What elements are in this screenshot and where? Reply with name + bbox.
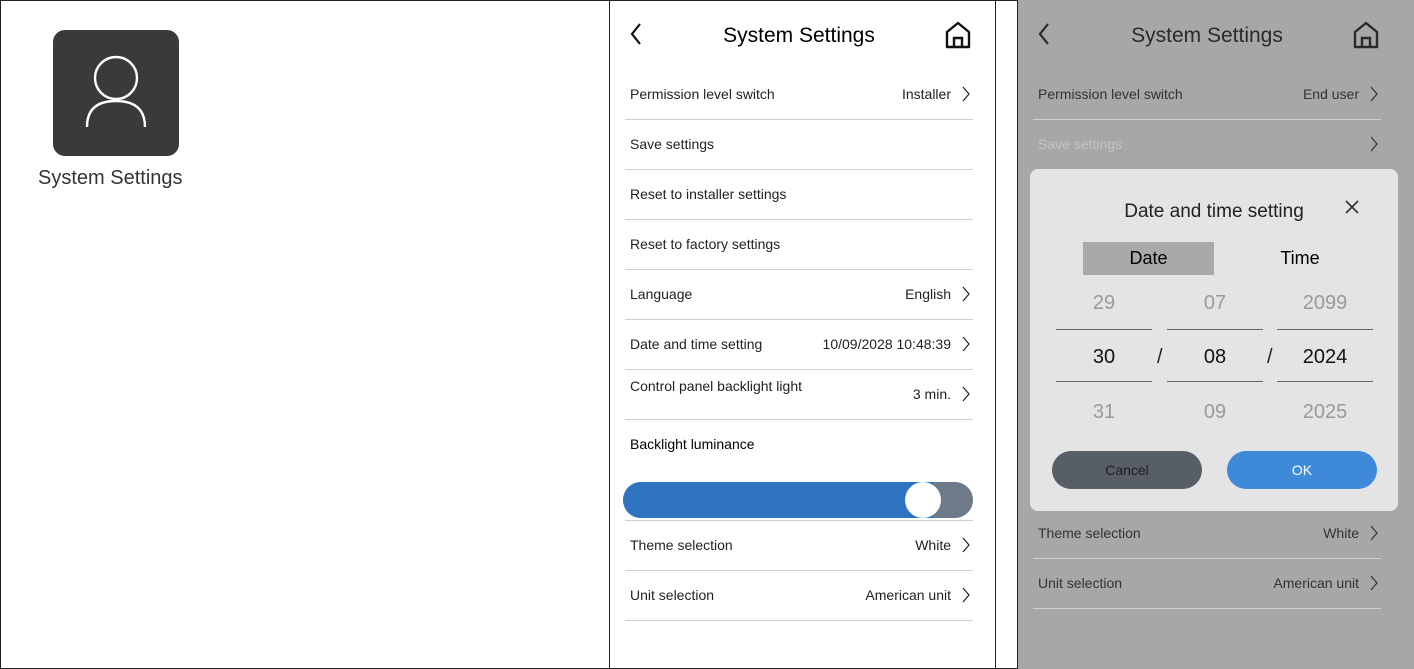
month-line-top — [1167, 329, 1263, 330]
chevron-right-icon — [962, 86, 970, 102]
chevron-right-icon — [962, 336, 970, 352]
settings-row-value: 10/09/2028 10:48:39 — [822, 336, 951, 352]
day-line-top — [1056, 329, 1152, 330]
year-prev[interactable]: 2099 — [1277, 292, 1373, 315]
settings-row-value: American unit — [1273, 575, 1359, 591]
divider-middle — [995, 0, 996, 669]
backlight-slider-fill — [623, 482, 933, 518]
settings-row-value: White — [1323, 525, 1359, 541]
header: System Settings — [611, 8, 987, 70]
settings-row-label: Language — [630, 286, 693, 302]
settings-row-label: Date and time setting — [630, 336, 763, 352]
settings-row-save-settings[interactable]: Save settings — [1033, 120, 1381, 169]
dialog-title: Date and time setting — [1124, 201, 1304, 222]
backlight-luminance-row: Backlight luminance — [623, 420, 973, 521]
settings-row-language[interactable]: Language English — [625, 270, 973, 320]
settings-row-label: Reset to factory settings — [630, 236, 781, 252]
settings-row-label: Theme selection — [630, 537, 733, 553]
settings-screen-a: System Settings Permission level switch I… — [611, 8, 987, 621]
backlight-luminance-label: Backlight luminance — [630, 436, 755, 452]
page-title: System Settings — [1131, 24, 1283, 47]
month-selected[interactable]: 08 — [1167, 346, 1263, 369]
year-line-top — [1277, 329, 1373, 330]
day-selected[interactable]: 30 — [1056, 346, 1152, 369]
settings-row-value: Installer — [901, 86, 951, 102]
settings-row-label: Save settings — [1038, 136, 1123, 152]
settings-row-value: 3 min. — [912, 386, 951, 402]
settings-row-theme-selection[interactable]: Theme selection White — [625, 521, 973, 571]
year-selected[interactable]: 2024 — [1277, 346, 1373, 369]
day-prev[interactable]: 29 — [1056, 292, 1152, 315]
chevron-right-icon — [962, 286, 970, 302]
settings-row-unit-selection[interactable]: Unit selection American unit — [625, 571, 973, 621]
cancel-button[interactable]: Cancel — [1052, 451, 1202, 489]
home-icon[interactable] — [1351, 20, 1381, 50]
settings-row-theme-selection[interactable]: Theme selection White — [1033, 509, 1381, 559]
settings-row-value: English — [905, 286, 951, 302]
divider-left — [609, 0, 610, 669]
tab-date[interactable]: Date — [1083, 242, 1214, 275]
date-separator: / — [1267, 346, 1273, 368]
settings-row-label: Unit selection — [630, 587, 715, 603]
chevron-right-icon — [1370, 86, 1378, 102]
settings-row-permission-level-switch[interactable]: Permission level switch End user — [1033, 70, 1381, 120]
settings-row-label: Permission level switch — [1038, 86, 1183, 102]
settings-row-label: Theme selection — [1038, 525, 1141, 541]
settings-row-label: Reset to installer settings — [630, 186, 787, 202]
settings-row-permission-level-switch[interactable]: Permission level switch Installer — [625, 70, 973, 120]
date-separator: / — [1157, 346, 1163, 368]
year-line-bottom — [1277, 381, 1373, 382]
settings-row-unit-selection[interactable]: Unit selection American unit — [1033, 559, 1381, 609]
settings-row-save-settings[interactable]: Save settings — [625, 120, 973, 170]
backlight-slider-knob[interactable] — [904, 482, 941, 518]
settings-row-label: Unit selection — [1038, 575, 1123, 591]
chevron-right-icon — [962, 537, 970, 553]
user-icon — [85, 55, 147, 128]
page-title: System Settings — [723, 24, 875, 47]
date-time-dialog: Date and time setting Date Time 29 30 31… — [1030, 169, 1398, 511]
settings-row-value: End user — [1302, 86, 1359, 102]
month-prev[interactable]: 07 — [1167, 292, 1263, 315]
settings-row-reset-to-installer-settings[interactable]: Reset to installer settings — [625, 170, 973, 220]
settings-row-date-and-time-setting[interactable]: Date and time setting 10/09/2028 10:48:39 — [625, 320, 973, 370]
settings-row-label: Permission level switch — [630, 86, 775, 102]
settings-row-value: White — [915, 537, 951, 553]
tab-time[interactable]: Time — [1235, 242, 1365, 275]
chevron-right-icon — [962, 386, 970, 402]
settings-row-value: American unit — [865, 587, 951, 603]
header: System Settings — [1019, 8, 1395, 70]
settings-row-reset-to-factory-settings[interactable]: Reset to factory settings — [625, 220, 973, 270]
chevron-right-icon — [1370, 525, 1378, 541]
year-next[interactable]: 2025 — [1277, 401, 1373, 424]
settings-row-control-panel-backlight-light[interactable]: Control panel backlight light 3 min. — [625, 370, 973, 420]
chevron-right-icon — [962, 587, 970, 603]
month-next[interactable]: 09 — [1167, 401, 1263, 424]
chevron-right-icon — [1370, 136, 1378, 152]
ok-button[interactable]: OK — [1227, 451, 1377, 489]
day-line-bottom — [1056, 381, 1152, 382]
close-icon[interactable] — [1344, 199, 1360, 215]
settings-row-label: Save settings — [630, 136, 715, 152]
home-icon[interactable] — [943, 20, 973, 50]
app-label: System Settings — [38, 167, 183, 189]
month-line-bottom — [1167, 381, 1263, 382]
day-next[interactable]: 31 — [1056, 401, 1152, 424]
settings-row-label: Control panel backlight light — [630, 378, 802, 394]
system-settings-tile[interactable] — [53, 30, 179, 156]
chevron-right-icon — [1370, 575, 1378, 591]
